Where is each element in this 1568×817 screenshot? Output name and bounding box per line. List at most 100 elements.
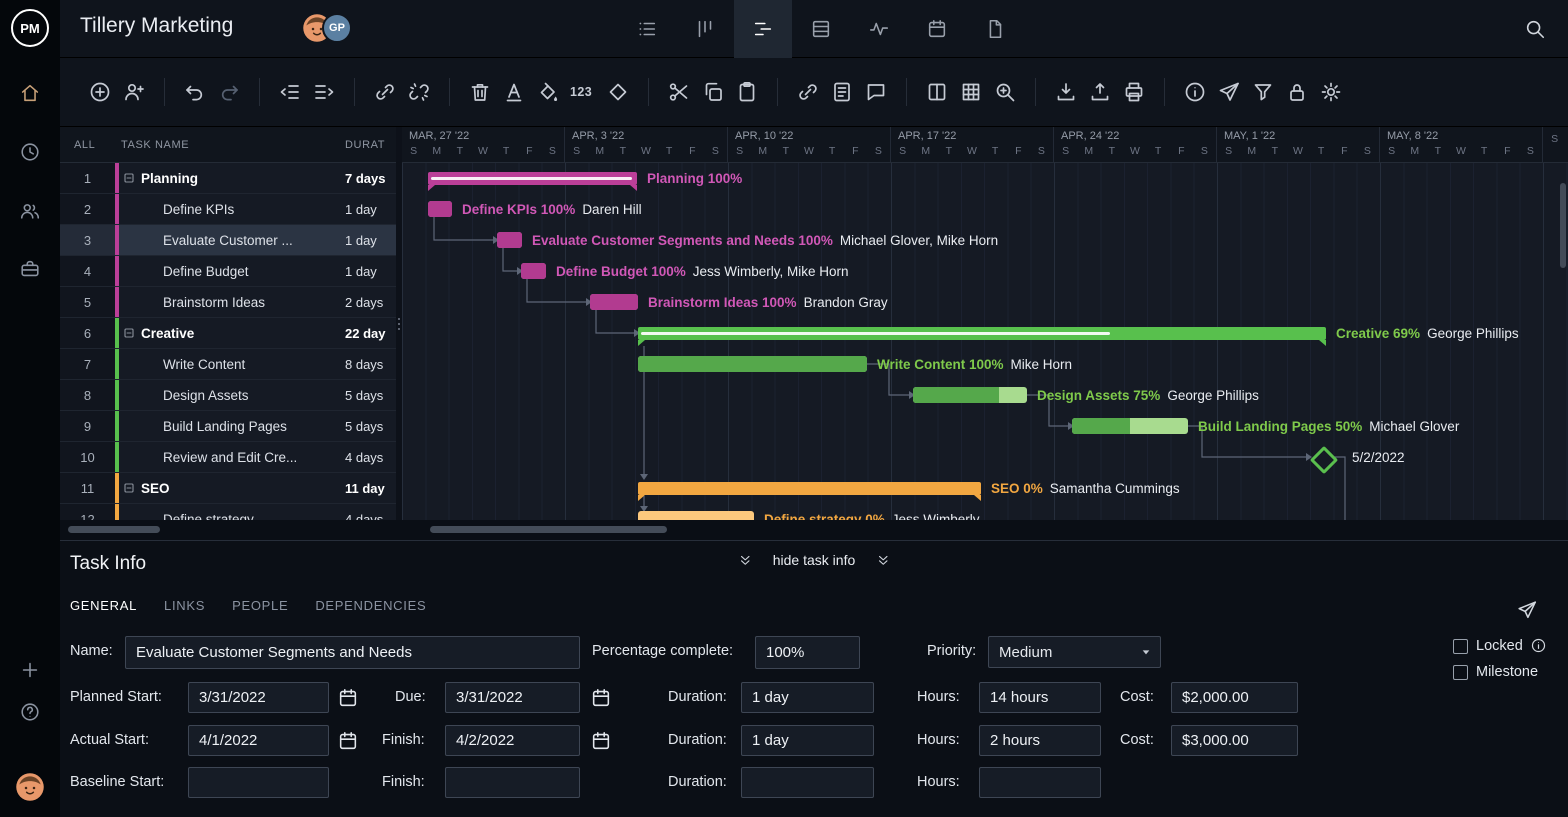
gantt-bar-planning[interactable]: [428, 172, 637, 185]
toolbar-info-button[interactable]: [1183, 80, 1207, 104]
table-row[interactable]: 1Planning7 days: [60, 163, 396, 194]
toolbar-columns-button[interactable]: [925, 80, 949, 104]
tab-links[interactable]: LINKS: [164, 598, 205, 613]
table-row[interactable]: 6Creative22 day: [60, 318, 396, 349]
view-tab-kanban[interactable]: [676, 0, 734, 58]
actual-start-field[interactable]: [188, 725, 329, 756]
toolbar-copy-button[interactable]: [701, 80, 725, 104]
percent-field[interactable]: [755, 636, 860, 669]
toolbar-attach-button[interactable]: [796, 80, 820, 104]
toolbar-trash-button[interactable]: [468, 80, 492, 104]
tab-general[interactable]: GENERAL: [70, 598, 137, 613]
add-icon[interactable]: [19, 659, 41, 681]
gantt-bar-creative[interactable]: [638, 327, 1326, 340]
locked-checkbox[interactable]: [1453, 639, 1468, 654]
column-header-duration[interactable]: DURAT: [345, 139, 396, 151]
search-icon[interactable]: [1524, 18, 1546, 40]
table-row[interactable]: 11SEO11 day: [60, 473, 396, 504]
view-tab-report[interactable]: [966, 0, 1024, 58]
home-icon[interactable]: [19, 82, 41, 104]
toolbar-zoom-in-button[interactable]: [993, 80, 1017, 104]
toolbar-import-button[interactable]: [1054, 80, 1078, 104]
tab-dependencies[interactable]: DEPENDENCIES: [315, 598, 426, 613]
actual-cost-field[interactable]: [1171, 725, 1298, 756]
table-row[interactable]: 7Write Content8 days: [60, 349, 396, 380]
column-header-name[interactable]: TASK NAME: [115, 139, 345, 151]
table-row[interactable]: 12Define strategy4 days: [60, 504, 396, 520]
toolbar-export-button[interactable]: [1088, 80, 1112, 104]
toolbar-numbers-button[interactable]: 123: [570, 85, 596, 99]
view-tab-list[interactable]: [618, 0, 676, 58]
toolbar-paste-button[interactable]: [735, 80, 759, 104]
toolbar-grid-button[interactable]: [959, 80, 983, 104]
toolbar-gear-button[interactable]: [1319, 80, 1343, 104]
column-header-all[interactable]: ALL: [60, 139, 115, 151]
toolbar-link-button[interactable]: [373, 80, 397, 104]
toolbar-undo-button[interactable]: [183, 80, 207, 104]
calendar-icon[interactable]: [337, 730, 359, 752]
gantt-bar-define-kpis[interactable]: [428, 201, 452, 217]
table-row[interactable]: 5Brainstorm Ideas2 days: [60, 287, 396, 318]
briefcase-icon[interactable]: [19, 258, 41, 280]
name-field[interactable]: [125, 636, 580, 669]
toolbar-milestone-button[interactable]: [606, 80, 630, 104]
toolbar-comment-button[interactable]: [864, 80, 888, 104]
gantt-bar-build-landing[interactable]: [1072, 418, 1188, 434]
toolbar-font-button[interactable]: [502, 80, 526, 104]
baseline-start-field[interactable]: [188, 767, 329, 798]
toolbar-unlink-button[interactable]: [407, 80, 431, 104]
toolbar-notes-button[interactable]: [830, 80, 854, 104]
gantt-bar-brainstorm[interactable]: [590, 294, 638, 310]
actual-duration-field[interactable]: [741, 725, 874, 756]
view-tab-activity[interactable]: [850, 0, 908, 58]
calendar-icon[interactable]: [337, 687, 359, 709]
milestone-checkbox[interactable]: [1453, 665, 1468, 680]
avatar-initials[interactable]: GP: [322, 13, 352, 43]
gantt-bar-design-assets[interactable]: [913, 387, 1027, 403]
due-field[interactable]: [445, 682, 580, 713]
toolbar-redo-button[interactable]: [217, 80, 241, 104]
locked-info-icon[interactable]: [1530, 637, 1547, 654]
help-icon[interactable]: [19, 701, 41, 723]
calendar-icon[interactable]: [590, 730, 612, 752]
baseline-hours-field[interactable]: [979, 767, 1101, 798]
calendar-icon[interactable]: [590, 687, 612, 709]
finish-field[interactable]: [445, 725, 580, 756]
view-tab-gantt[interactable]: [734, 0, 792, 58]
planned-start-field[interactable]: [188, 682, 329, 713]
planned-cost-field[interactable]: [1171, 682, 1298, 713]
view-tab-sheet[interactable]: [792, 0, 850, 58]
toolbar-outdent-button[interactable]: [278, 80, 302, 104]
table-horizontal-scrollbar[interactable]: [68, 526, 160, 533]
gantt-vertical-scrollbar[interactable]: [1560, 183, 1566, 268]
user-avatar[interactable]: [15, 772, 45, 802]
gantt-bar-seo[interactable]: [638, 482, 981, 495]
hide-task-info-button[interactable]: hide task info: [738, 552, 891, 568]
actual-hours-field[interactable]: [979, 725, 1101, 756]
toolbar-filter-button[interactable]: [1251, 80, 1275, 104]
planned-hours-field[interactable]: [979, 682, 1101, 713]
clock-icon[interactable]: [19, 141, 41, 163]
baseline-finish-field[interactable]: [445, 767, 580, 798]
planned-duration-field[interactable]: [741, 682, 874, 713]
collapse-icon[interactable]: [123, 482, 135, 494]
table-row[interactable]: 9Build Landing Pages5 days: [60, 411, 396, 442]
collapse-icon[interactable]: [123, 327, 135, 339]
send-icon[interactable]: [1516, 599, 1538, 621]
toolbar-add-task-button[interactable]: [88, 80, 112, 104]
toolbar-add-user-button[interactable]: [122, 80, 146, 104]
gantt-bar-write-content[interactable]: [638, 356, 867, 372]
table-row[interactable]: 4Define Budget1 day: [60, 256, 396, 287]
toolbar-lock-button[interactable]: [1285, 80, 1309, 104]
table-row[interactable]: 2Define KPIs1 day: [60, 194, 396, 225]
view-tab-calendar[interactable]: [908, 0, 966, 58]
table-row[interactable]: 3Evaluate Customer ...1 day: [60, 225, 396, 256]
people-icon[interactable]: [19, 200, 41, 222]
toolbar-send-button[interactable]: [1217, 80, 1241, 104]
collapse-icon[interactable]: [123, 172, 135, 184]
gantt-horizontal-scrollbar[interactable]: [430, 526, 667, 533]
toolbar-indent-button[interactable]: [312, 80, 336, 104]
member-avatars[interactable]: GP: [302, 13, 358, 43]
gantt-bar-define-budget[interactable]: [521, 263, 546, 279]
table-row[interactable]: 8Design Assets5 days: [60, 380, 396, 411]
